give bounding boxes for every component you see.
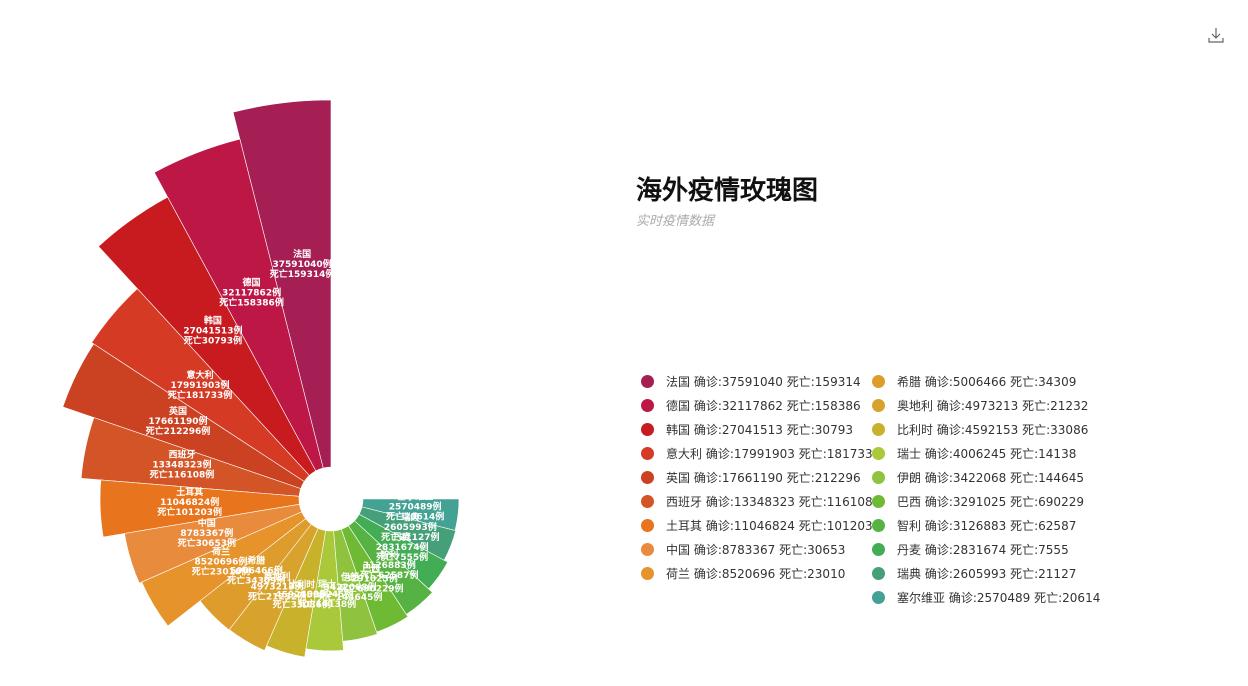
slice-label-line: 死亡21127例 (380, 531, 439, 543)
rose-chart: 法国 37591040例死亡159314例德国 32117862例死亡158386例… (62, 99, 460, 658)
legend-marker (872, 422, 885, 436)
legend-label: 德国 确诊:32117862 死亡:158386 (666, 398, 861, 413)
slice-label-line: 13348323例 (152, 459, 211, 471)
legend-item[interactable]: 西班牙 确诊:13348323 死亡:116108 (641, 493, 873, 509)
slice-label-line: 2570489例 (389, 500, 442, 512)
slice-label-line: 死亡101203例 (156, 506, 222, 518)
legend-item[interactable]: 意大利 确诊:17991903 死亡:181733 (641, 445, 873, 461)
chart-subtitle: 实时疫情数据 (636, 214, 715, 229)
legend-label: 比利时 确诊:4592153 死亡:33086 (897, 422, 1089, 437)
center-ring (312, 480, 350, 518)
legend-label: 土耳其 确诊:11046824 死亡:101203 (666, 518, 873, 533)
legend-item[interactable]: 土耳其 确诊:11046824 死亡:101203 (641, 517, 873, 533)
legend-item[interactable]: 英国 确诊:17661190 死亡:212296 (641, 469, 861, 485)
legend-marker (872, 590, 885, 604)
slice-label-line: 英国 (168, 405, 187, 417)
legend-label: 丹麦 确诊:2831674 死亡:7555 (897, 542, 1069, 557)
legend-marker (872, 494, 885, 508)
slice-label-line: 土耳其 (176, 486, 203, 498)
legend-item[interactable]: 丹麦 确诊:2831674 死亡:7555 (872, 541, 1069, 557)
legend-label: 奥地利 确诊:4973213 死亡:21232 (897, 398, 1089, 413)
legend-label: 瑞典 确诊:2605993 死亡:21127 (897, 566, 1077, 581)
slice-label-line: 11046824例 (160, 496, 219, 508)
legend-item[interactable]: 希腊 确诊:5006466 死亡:34309 (872, 373, 1076, 389)
legend-label: 韩国 确诊:27041513 死亡:30793 (666, 422, 853, 437)
legend-item[interactable]: 荷兰 确诊:8520696 死亡:23010 (641, 565, 845, 581)
slice-label-line: 法国 (293, 248, 311, 260)
slice-label-line: 死亡158386例 (218, 296, 284, 308)
legend-marker (872, 542, 885, 556)
legend-item[interactable]: 比利时 确诊:4592153 死亡:33086 (872, 421, 1088, 437)
legend-item[interactable]: 伊朗 确诊:3422068 死亡:144645 (872, 469, 1084, 485)
legend-item[interactable]: 瑞士 确诊:4006245 死亡:14138 (872, 445, 1076, 461)
slice-label-line: 17991903例 (170, 379, 229, 391)
legend-marker (641, 542, 654, 556)
legend-marker (641, 398, 654, 412)
legend-marker (641, 446, 654, 460)
legend-marker (872, 470, 885, 484)
legend-marker (641, 494, 654, 508)
download-icon[interactable] (1207, 26, 1225, 44)
legend-label: 塞尔维亚 确诊:2570489 死亡:20614 (897, 590, 1101, 605)
legend-marker (641, 518, 654, 532)
slice-label-line: 中国 (198, 517, 216, 529)
legend-item[interactable]: 韩国 确诊:27041513 死亡:30793 (641, 421, 853, 437)
slice-label-line: 死亡159314例 (269, 268, 335, 280)
slice-label-line: 塞尔维亚 (397, 490, 433, 502)
legend-item[interactable]: 巴西 确诊:3291025 死亡:690229 (872, 493, 1084, 509)
slice-label-line: 8783367例 (180, 527, 233, 539)
slice-label-line: 希腊 (247, 555, 265, 567)
slice-label-line: 荷兰 (211, 546, 230, 558)
legend-label: 中国 确诊:8783367 死亡:30653 (666, 542, 846, 557)
legend-label: 智利 确诊:3126883 死亡:62587 (897, 518, 1077, 533)
legend-label: 瑞士 确诊:4006245 死亡:14138 (897, 446, 1077, 461)
legend-marker (872, 398, 885, 412)
slice-label-line: 意大利 (187, 369, 214, 381)
slice-label-line: 17661190例 (148, 415, 207, 427)
legend-label: 英国 确诊:17661190 死亡:212296 (666, 470, 861, 485)
slice-label-line: 死亡30793例 (183, 335, 242, 347)
legend-item[interactable]: 法国 确诊:37591040 死亡:159314 (641, 373, 861, 389)
slice-label-line: 死亡116108例 (149, 469, 215, 481)
legend-marker (872, 374, 885, 388)
slice-label-line: 32117862例 (222, 286, 281, 298)
legend-marker (872, 446, 885, 460)
slice-label-line: 27041513例 (183, 325, 242, 337)
legend-item[interactable]: 奥地利 确诊:4973213 死亡:21232 (872, 397, 1088, 413)
slice-label-line: 死亡690229例 (338, 582, 404, 594)
legend-marker (641, 422, 654, 436)
legend-label: 巴西 确诊:3291025 死亡:690229 (897, 494, 1084, 509)
slice-label: 塞尔维亚 2570489例死亡20614例 (385, 490, 444, 522)
slice-label-line: 37591040例 (273, 258, 332, 270)
slice-label-line: 死亡212296例 (145, 425, 211, 437)
legend-item[interactable]: 德国 确诊:32117862 死亡:158386 (641, 397, 861, 413)
legend-item[interactable]: 智利 确诊:3126883 死亡:62587 (872, 517, 1076, 533)
slice-label-line: 德国 (243, 276, 261, 288)
slice-label-line: 死亡181733例 (167, 389, 233, 401)
slice-label-line: 死亡20614例 (385, 510, 444, 522)
slice-label-line: 死亡7555例 (375, 551, 428, 563)
slice-label-line: 比利时 (288, 578, 315, 590)
slice-label-line: 西班牙 (168, 449, 195, 461)
legend-marker (641, 566, 654, 580)
legend-item[interactable]: 中国 确诊:8783367 死亡:30653 (641, 541, 845, 557)
legend-label: 希腊 确诊:5006466 死亡:34309 (897, 374, 1077, 389)
legend-marker (872, 518, 885, 532)
legend-label: 伊朗 确诊:3422068 死亡:144645 (897, 470, 1084, 485)
slice-label-line: 2605993例 (384, 521, 437, 533)
legend-label: 法国 确诊:37591040 死亡:159314 (666, 374, 861, 389)
legend-label: 意大利 确诊:17991903 死亡:181733 (666, 446, 873, 461)
legend-marker (641, 470, 654, 484)
slice-label-line: 韩国 (204, 315, 222, 327)
legend-marker (872, 566, 885, 580)
slice-label-line: 死亡62587例 (359, 569, 418, 581)
slice-label-line: 奥地利 (263, 571, 291, 583)
legend-label: 荷兰 确诊:8520696 死亡:23010 (666, 566, 846, 581)
legend-marker (641, 374, 654, 388)
legend-label: 西班牙 确诊:13348323 死亡:116108 (666, 494, 873, 509)
legend-item[interactable]: 塞尔维亚 确诊:2570489 死亡:20614 (872, 589, 1100, 605)
legend-item[interactable]: 瑞典 确诊:2605993 死亡:21127 (872, 565, 1076, 581)
chart-title: 海外疫情玫瑰图 (636, 176, 819, 206)
